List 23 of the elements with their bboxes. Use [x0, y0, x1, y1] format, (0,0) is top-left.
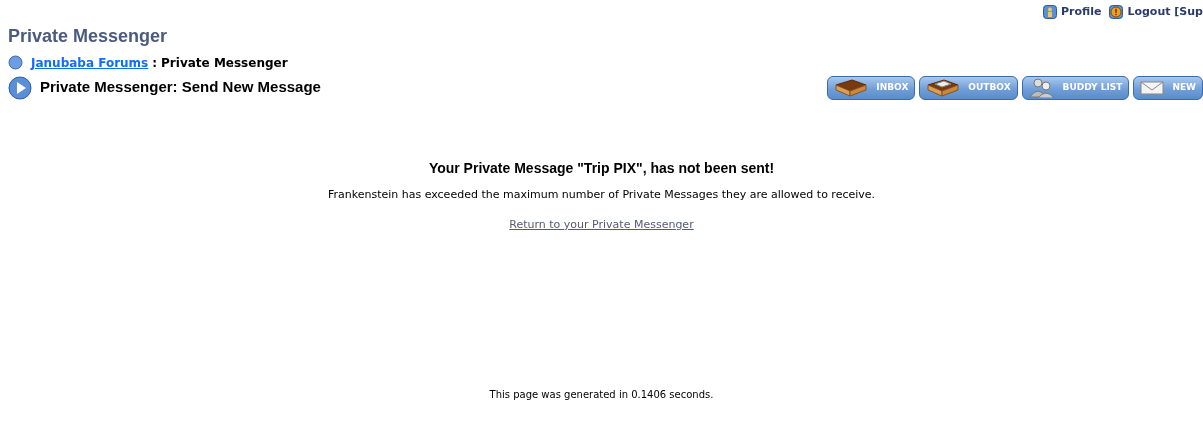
message-heading: Your Private Message "Trip PIX", has not been sent! [427, 158, 776, 178]
footer-text: This page was generated in 0.1406 seconds. [488, 388, 715, 402]
breadcrumb-current: Private Messenger [161, 54, 288, 72]
message-text: Frankenstein has exceeded the maximum number of Private Messages they are allowed to receive. [326, 186, 877, 203]
return-link[interactable]: Return to your Private Messenger [509, 218, 694, 231]
envelope-icon [1140, 79, 1165, 96]
tray-icon [926, 78, 961, 97]
tray-icon [834, 78, 869, 97]
breadcrumb-link[interactable]: Janubaba Forums [31, 53, 149, 72]
person-icon [1043, 5, 1057, 20]
logout-link[interactable]: Logout [Sup [1109, 4, 1203, 21]
breadcrumb-separator: : [152, 54, 158, 72]
page-title: Private Messenger [8, 24, 169, 48]
profile-link[interactable]: Profile [1043, 4, 1102, 21]
people-icon [1028, 77, 1055, 98]
warning-icon [1109, 5, 1124, 20]
bullet-icon [8, 55, 23, 70]
play-icon [8, 75, 32, 100]
buddy-list-button[interactable]: BUDDY LIST [1021, 75, 1130, 100]
new-button[interactable]: NEW [1133, 75, 1203, 100]
inbox-button[interactable]: INBOX [827, 75, 916, 100]
section-title: Private Messenger: Send New Message [40, 77, 321, 98]
outbox-button[interactable]: OUTBOX [919, 75, 1018, 100]
